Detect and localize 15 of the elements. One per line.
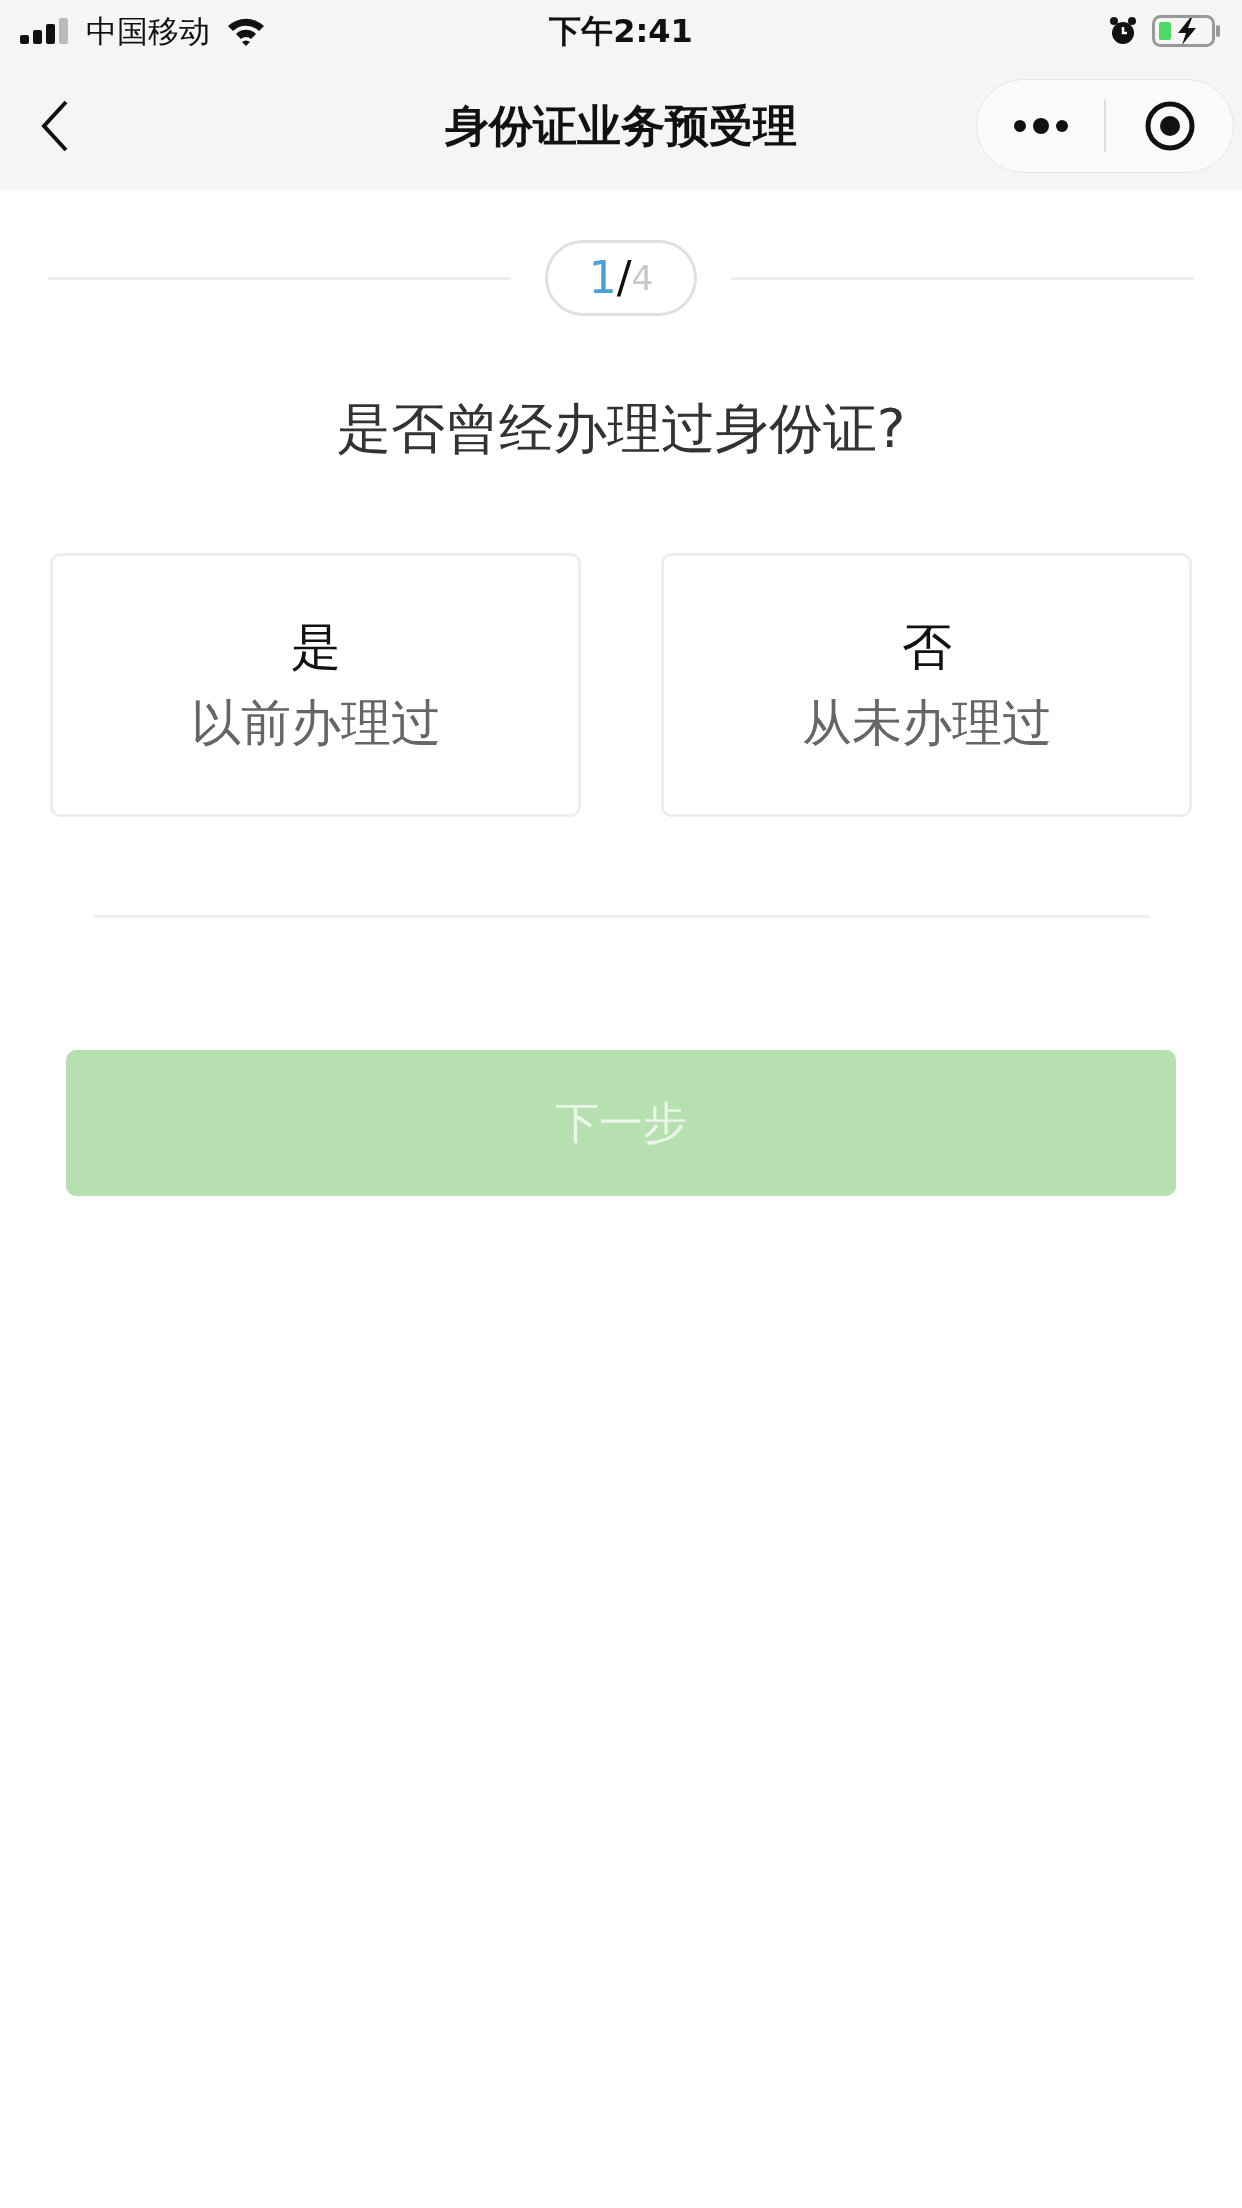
option-card[interactable]: 是 以前办理过: [50, 553, 581, 817]
option-label: 是: [290, 616, 341, 678]
option-description: 从未办理过: [801, 693, 1052, 754]
alarm-icon: [1108, 16, 1138, 46]
option-card[interactable]: 否 从未办理过: [661, 553, 1192, 817]
battery-icon: [1152, 15, 1222, 47]
status-time: 下午2:41: [549, 11, 693, 52]
option-description: 以前办理过: [190, 693, 441, 754]
wifi-icon: [226, 16, 266, 46]
page-title: 身份证业务预受理: [445, 99, 797, 153]
question-text: 是否曾经办理过身份证?: [335, 396, 907, 462]
option-label: 否: [901, 616, 952, 678]
more-icon[interactable]: [1011, 117, 1070, 135]
carrier-name: 中国移动: [86, 11, 210, 51]
back-icon[interactable]: [40, 99, 70, 153]
